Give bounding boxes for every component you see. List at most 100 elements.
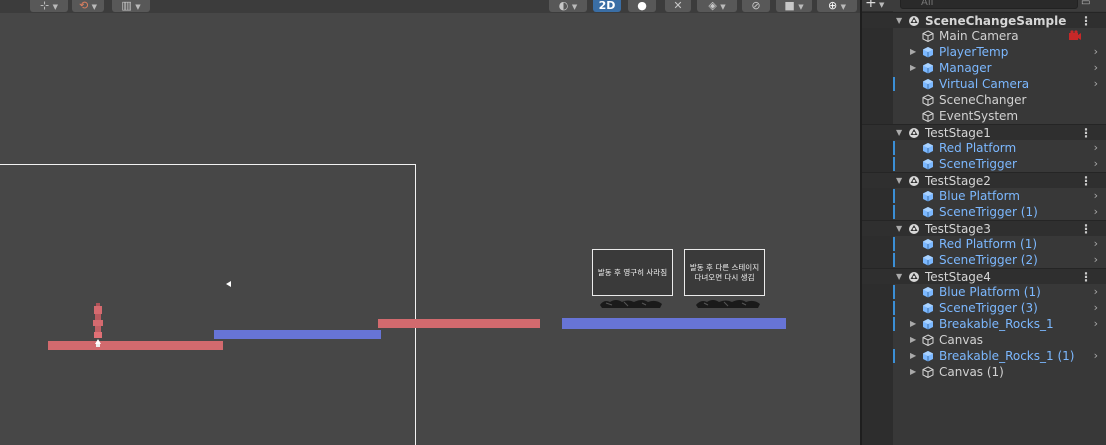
hierarchy-item[interactable]: ▶ PlayerTemp › — [862, 44, 1106, 60]
hierarchy-item[interactable]: Main Camera — [862, 28, 1106, 44]
prefab-open-chevron-icon[interactable]: › — [1094, 60, 1098, 76]
foldout-collapsed-icon[interactable]: ▶ — [910, 332, 916, 348]
breakable-rocks[interactable] — [598, 297, 664, 309]
hierarchy-item[interactable]: SceneTrigger (2) › — [862, 252, 1106, 268]
prefab-cube-icon — [922, 78, 934, 90]
hierarchy-item[interactable]: ▶ Manager › — [862, 60, 1106, 76]
hierarchy-toolbar: + ▼ ⚲ All ▭ — [862, 0, 1106, 11]
red-platform[interactable] — [48, 341, 223, 350]
foldout-expanded-icon[interactable]: ▼ — [896, 269, 902, 285]
prefab-open-chevron-icon[interactable]: › — [1094, 252, 1098, 268]
hierarchy-panel: + ▼ ⚲ All ▭ ▼ SceneChangeSample ⋮ Main Came… — [862, 0, 1106, 445]
hierarchy-options-icon[interactable]: ▭ — [1081, 0, 1097, 9]
visibility-toggle-button[interactable]: ⊘ — [742, 0, 770, 12]
pivot-tool-button[interactable]: ⟲ ▼ — [72, 0, 104, 12]
scene-header[interactable]: ▼ TestStage1 ⋮ — [862, 124, 1106, 140]
scene-menu-icon[interactable]: ⋮ — [1080, 173, 1092, 189]
hierarchy-item[interactable]: EventSystem — [862, 108, 1106, 124]
scene-name: TestStage2 — [925, 174, 991, 188]
hierarchy-item[interactable]: SceneTrigger › — [862, 156, 1106, 172]
scene-header[interactable]: ▼ SceneChangeSample ⋮ — [862, 12, 1106, 28]
hierarchy-item[interactable]: SceneTrigger (3) › — [862, 300, 1106, 316]
scene-header[interactable]: ▼ TestStage3 ⋮ — [862, 220, 1106, 236]
foldout-collapsed-icon[interactable]: ▶ — [910, 316, 916, 332]
foldout-expanded-icon[interactable]: ▼ — [896, 221, 902, 237]
hierarchy-search-input[interactable]: All — [900, 0, 1078, 9]
prefab-open-chevron-icon[interactable]: › — [1094, 156, 1098, 172]
hierarchy-item[interactable]: Virtual Camera › — [862, 76, 1106, 92]
hierarchy-item[interactable]: ▶ Breakable_Rocks_1 › — [862, 316, 1106, 332]
foldout-collapsed-icon[interactable]: ▶ — [910, 364, 916, 380]
player-sprite[interactable] — [90, 303, 106, 347]
hierarchy-item[interactable]: Blue Platform (1) › — [862, 284, 1106, 300]
effects-button[interactable]: ◈ ▼ — [697, 0, 737, 12]
override-marker — [893, 317, 895, 331]
scene-name: TestStage1 — [925, 126, 991, 140]
prefab-open-chevron-icon[interactable]: › — [1094, 44, 1098, 60]
scene-view[interactable]: ⊹ ▼ ⟲ ▼ ▥ ▼ ◐ ▼ 2D ● ✕ ◈ ▼ ⊘ ■ ▼ ⊕ ▼ 발동 … — [0, 0, 860, 445]
lighting-toggle-button[interactable]: ● — [628, 0, 656, 12]
override-marker — [893, 285, 895, 299]
prefab-open-chevron-icon[interactable]: › — [1094, 140, 1098, 156]
scene-header[interactable]: ▼ TestStage2 ⋮ — [862, 172, 1106, 188]
add-object-button[interactable]: + ▼ — [865, 0, 892, 10]
item-label: SceneTrigger (3) — [939, 301, 1038, 315]
breakable-rocks-1[interactable] — [694, 297, 762, 309]
hierarchy-item[interactable]: Blue Platform › — [862, 188, 1106, 204]
override-marker — [893, 157, 895, 171]
prefab-open-chevron-icon[interactable]: › — [1094, 348, 1098, 364]
scene-menu-icon[interactable]: ⋮ — [1080, 269, 1092, 285]
override-marker — [893, 253, 895, 267]
blue-platform-1[interactable] — [562, 318, 786, 329]
scene-menu-icon[interactable]: ⋮ — [1080, 125, 1092, 141]
hierarchy-item[interactable]: ▶ Breakable_Rocks_1 (1) › — [862, 348, 1106, 364]
prefab-cube-icon — [922, 206, 934, 218]
unity-scene-icon — [908, 15, 920, 27]
prefab-open-chevron-icon[interactable]: › — [1094, 188, 1098, 204]
prefab-open-chevron-icon[interactable]: › — [1094, 76, 1098, 92]
prefab-open-chevron-icon[interactable]: › — [1094, 316, 1098, 332]
hierarchy-item[interactable]: ▶ Canvas — [862, 332, 1106, 348]
layers-icon: ◈ — [708, 0, 717, 12]
transform-tool-button[interactable]: ⊹ ▼ — [30, 0, 68, 12]
prefab-open-chevron-icon[interactable]: › — [1094, 236, 1098, 252]
prefab-open-chevron-icon[interactable]: › — [1094, 300, 1098, 316]
item-label: Canvas (1) — [939, 365, 1004, 379]
hierarchy-item[interactable]: Red Platform › — [862, 140, 1106, 156]
foldout-expanded-icon[interactable]: ▼ — [896, 125, 902, 141]
chevron-down-icon: ▼ — [798, 3, 804, 11]
prefab-open-chevron-icon[interactable]: › — [1094, 204, 1098, 220]
scene-camera-button[interactable]: ■ ▼ — [776, 0, 812, 12]
foldout-expanded-icon[interactable]: ▼ — [896, 173, 902, 189]
grid-snap-button[interactable]: ▥ ▼ — [112, 0, 150, 12]
foldout-collapsed-icon[interactable]: ▶ — [910, 60, 916, 76]
foldout-collapsed-icon[interactable]: ▶ — [910, 348, 916, 364]
prefab-open-chevron-icon[interactable]: › — [1094, 284, 1098, 300]
audio-toggle-button[interactable]: ✕ — [665, 0, 691, 12]
gizmos-button[interactable]: ⊕ ▼ — [817, 0, 857, 12]
scene-menu-icon[interactable]: ⋮ — [1080, 13, 1092, 29]
draw-mode-button[interactable]: ◐ ▼ — [549, 0, 587, 12]
game-camera-frame — [0, 164, 416, 445]
item-label: Blue Platform — [939, 189, 1020, 203]
transform-icon: ⊹ — [39, 0, 50, 12]
hierarchy-item[interactable]: SceneChanger — [862, 92, 1106, 108]
scene-menu-icon[interactable]: ⋮ — [1080, 221, 1092, 237]
scene-toolbar: ⊹ ▼ ⟲ ▼ ▥ ▼ ◐ ▼ 2D ● ✕ ◈ ▼ ⊘ ■ ▼ ⊕ ▼ — [0, 0, 860, 13]
foldout-expanded-icon[interactable]: ▼ — [896, 13, 902, 29]
pivot-icon: ⟲ — [78, 0, 89, 12]
hierarchy-item[interactable]: ▶ Canvas (1) — [862, 364, 1106, 380]
2d-toggle-button[interactable]: 2D — [593, 0, 621, 12]
hierarchy-item[interactable]: Red Platform (1) › — [862, 236, 1106, 252]
grid-icon: ▥ — [121, 0, 132, 12]
blue-platform[interactable] — [214, 330, 381, 339]
foldout-collapsed-icon[interactable]: ▶ — [910, 44, 916, 60]
hierarchy-item[interactable]: SceneTrigger (1) › — [862, 204, 1106, 220]
scene-header[interactable]: ▼ TestStage4 ⋮ — [862, 268, 1106, 284]
override-marker — [893, 301, 895, 315]
item-label: Red Platform — [939, 141, 1017, 155]
prefab-cube-icon — [922, 190, 934, 202]
gameobject-cube-icon — [922, 110, 934, 123]
red-platform-1[interactable] — [378, 319, 540, 328]
unity-scene-icon — [908, 223, 920, 235]
